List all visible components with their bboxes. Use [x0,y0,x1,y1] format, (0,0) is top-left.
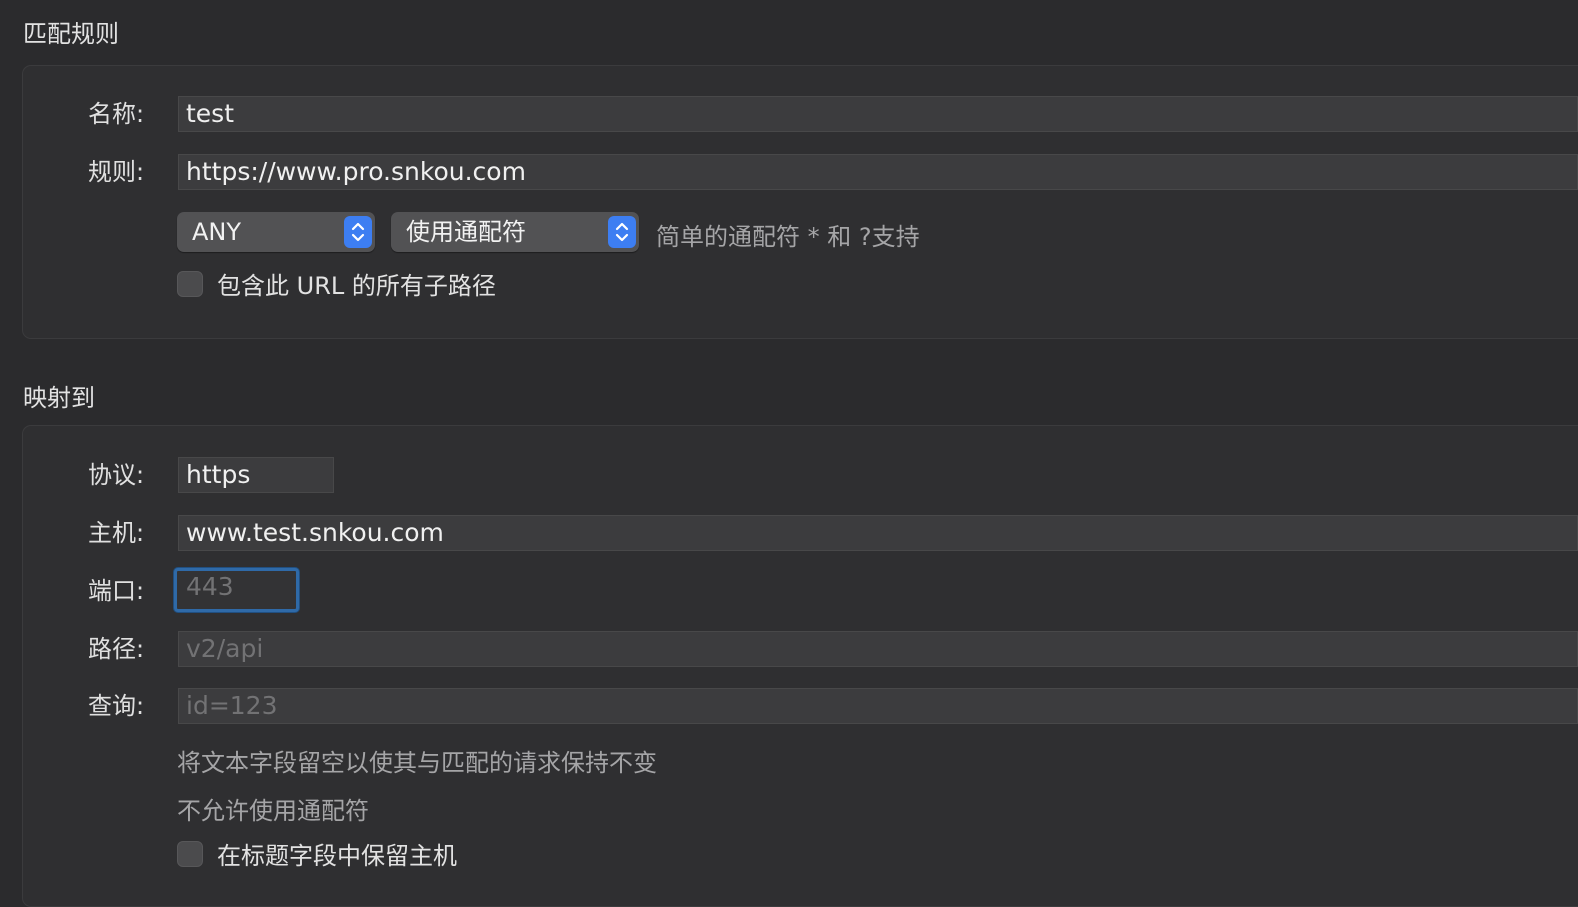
host-label: 主机: [88,519,145,547]
protocol-label: 协议: [88,461,145,489]
method-select[interactable]: ANY [177,212,375,252]
chevron-updown-icon [608,216,636,248]
preserve-host-row[interactable]: 在标题字段中保留主机 [177,840,497,870]
no-wildcard-note: 不允许使用通配符 [177,797,369,825]
query-field[interactable]: id=123 [178,688,1578,724]
path-field[interactable]: v2/api [178,631,1578,667]
wildcard-select[interactable]: 使用通配符 [391,212,639,252]
host-field[interactable]: www.test.snkou.com [178,515,1578,551]
empty-field-note: 将文本字段留空以使其与匹配的请求保持不变 [177,749,657,777]
include-subpaths-row[interactable]: 包含此 URL 的所有子路径 [177,270,557,300]
include-subpaths-checkbox[interactable] [177,271,203,297]
port-field[interactable]: 443 [174,568,299,612]
rule-label: 规则: [88,158,145,186]
map-to-title: 映射到 [23,384,95,412]
wildcard-select-value: 使用通配符 [406,218,526,246]
name-label: 名称: [88,100,145,128]
include-subpaths-label: 包含此 URL 的所有子路径 [217,272,496,300]
path-label: 路径: [88,635,145,663]
port-label: 端口: [88,577,145,605]
rule-field[interactable]: https://www.pro.snkou.com [178,154,1578,190]
preserve-host-label: 在标题字段中保留主机 [217,842,457,870]
preserve-host-checkbox[interactable] [177,841,203,867]
query-label: 查询: [88,692,145,720]
chevron-updown-icon [344,216,372,248]
name-field[interactable]: test [178,96,1578,132]
method-select-value: ANY [192,218,242,246]
wildcard-hint: 简单的通配符 * 和 ?支持 [656,223,920,251]
match-rules-title: 匹配规则 [23,20,119,48]
protocol-field[interactable]: https [178,457,334,493]
